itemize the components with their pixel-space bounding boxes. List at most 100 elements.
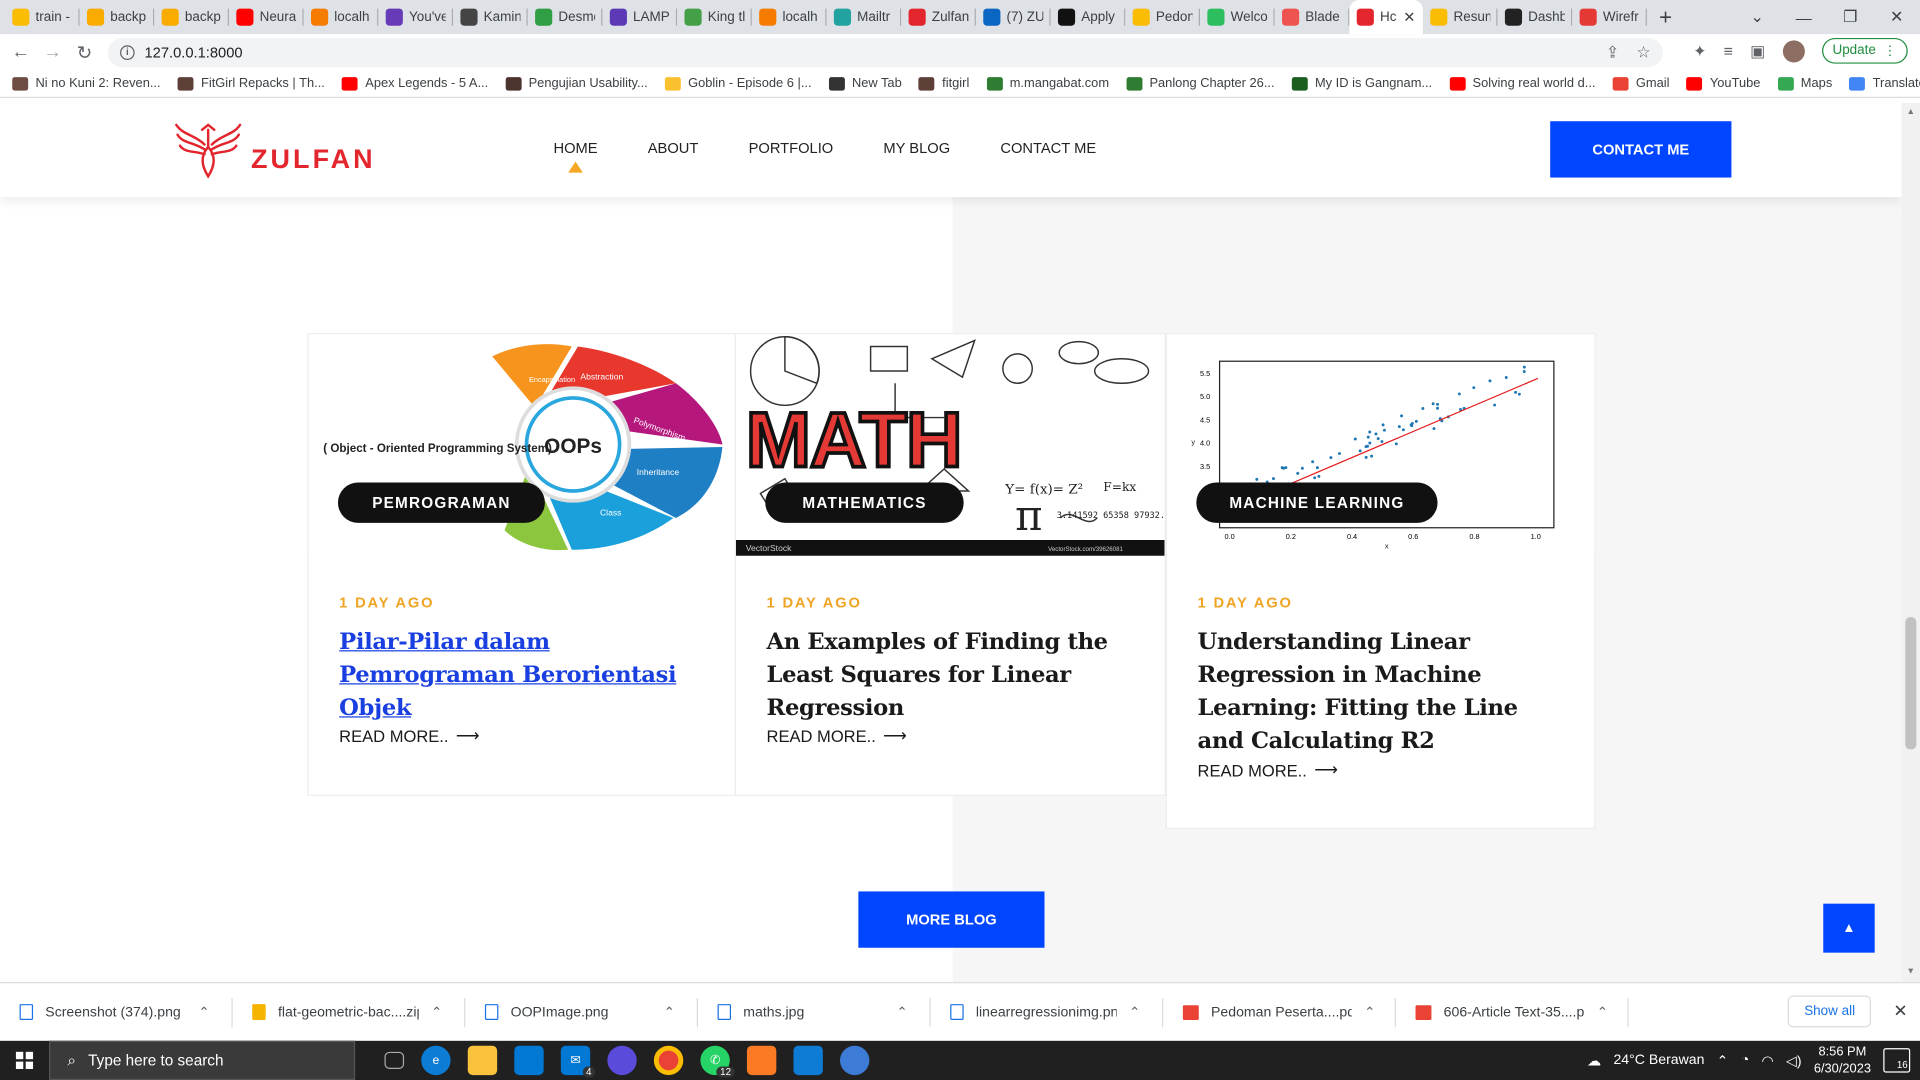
bookmark-item[interactable]: m.mangabat.com bbox=[986, 76, 1109, 91]
page-scrollbar[interactable]: ▲ ▼ bbox=[1901, 102, 1920, 983]
browser-tab[interactable]: train - bbox=[5, 0, 80, 34]
download-item[interactable]: Screenshot (374).png ⌃ bbox=[0, 983, 233, 1042]
scrollbar-thumb[interactable] bbox=[1905, 617, 1917, 750]
taskbar-search[interactable]: ⌕ Type here to search bbox=[48, 1040, 356, 1080]
browser-tab[interactable]: Neural bbox=[229, 0, 304, 34]
bookmark-item[interactable]: Translate bbox=[1849, 76, 1920, 91]
minimize-icon[interactable]: — bbox=[1780, 8, 1827, 26]
browser-tab[interactable]: Mailtr bbox=[827, 0, 902, 34]
browser-tab[interactable]: backp bbox=[80, 0, 155, 34]
browser-tab[interactable]: Zulfan bbox=[901, 0, 976, 34]
tab-active[interactable]: Hc ✕ bbox=[1349, 0, 1423, 35]
nav-contact-me[interactable]: CONTACT ME bbox=[1000, 140, 1096, 157]
nav-my-blog[interactable]: MY BLOG bbox=[883, 140, 950, 157]
file-explorer-icon[interactable] bbox=[467, 1045, 498, 1076]
browser-tab[interactable]: Welco bbox=[1200, 0, 1275, 34]
post-title[interactable]: An Examples of Finding the Least Squares… bbox=[767, 626, 1134, 725]
media-icon[interactable]: ≡ bbox=[1724, 42, 1733, 60]
close-downloads-icon[interactable]: ✕ bbox=[1893, 1000, 1907, 1021]
restore-icon[interactable]: ❐ bbox=[1827, 7, 1874, 27]
bookmark-item[interactable]: YouTube bbox=[1686, 76, 1760, 91]
mail-icon[interactable]: ✉ 4 bbox=[560, 1045, 596, 1078]
post-title[interactable]: Understanding Linear Regression in Machi… bbox=[1198, 626, 1565, 758]
bookmark-item[interactable]: Apex Legends - 5 A... bbox=[341, 76, 488, 91]
show-all-downloads-button[interactable]: Show all bbox=[1788, 995, 1872, 1028]
browser-tab[interactable]: You've bbox=[378, 0, 454, 34]
site-logo[interactable]: ZULFAN bbox=[173, 120, 376, 181]
app-icon[interactable] bbox=[607, 1045, 637, 1076]
download-item[interactable]: flat-geometric-bac....zip ⌃ bbox=[233, 983, 466, 1042]
weather-text[interactable]: 24°C Berawan bbox=[1613, 1053, 1704, 1068]
bookmark-item[interactable]: New Tab bbox=[828, 76, 902, 91]
wifi-icon[interactable]: ◠ bbox=[1761, 1052, 1773, 1069]
browser-tab[interactable]: Blade bbox=[1275, 0, 1350, 34]
bookmark-item[interactable]: Gmail bbox=[1612, 76, 1669, 91]
browser-tab[interactable]: Kamin bbox=[453, 0, 528, 34]
browser-tab[interactable]: Wirefr bbox=[1572, 0, 1647, 34]
xampp-icon[interactable] bbox=[746, 1045, 777, 1076]
browser-tab[interactable]: Resum bbox=[1423, 0, 1498, 34]
scroll-up-icon[interactable]: ▲ bbox=[1907, 108, 1915, 117]
bookmark-item[interactable]: Solving real world d... bbox=[1449, 76, 1595, 91]
browser-tab[interactable]: Apply bbox=[1051, 0, 1126, 34]
more-blog-button[interactable]: MORE BLOG bbox=[858, 891, 1045, 948]
category-badge[interactable]: MACHINE LEARNING bbox=[1196, 482, 1438, 523]
whatsapp-icon[interactable]: ✆ 12 bbox=[700, 1045, 735, 1078]
chevron-up-icon[interactable]: ⌃ bbox=[1717, 1052, 1729, 1069]
android-studio-icon[interactable] bbox=[840, 1045, 870, 1076]
download-item[interactable]: 606-Article Text-35....pdf ⌃ bbox=[1396, 983, 1629, 1042]
notification-icon[interactable]: 16 bbox=[1883, 1048, 1911, 1073]
bookmark-star-icon[interactable]: ☆ bbox=[1636, 43, 1650, 63]
profile-avatar[interactable] bbox=[1782, 39, 1805, 62]
nav-home[interactable]: HOME bbox=[553, 140, 598, 173]
bookmark-item[interactable]: Maps bbox=[1777, 76, 1832, 91]
extensions-icon[interactable]: ✦ bbox=[1693, 41, 1706, 61]
browser-tab[interactable]: backp bbox=[154, 0, 229, 34]
read-more-link[interactable]: READ MORE.. ⟶ bbox=[1198, 760, 1338, 780]
network-icon[interactable]: ◔ bbox=[1741, 1053, 1750, 1068]
download-options-icon[interactable]: ⌃ bbox=[664, 1004, 675, 1020]
download-options-icon[interactable]: ⌃ bbox=[896, 1004, 907, 1020]
nav-about[interactable]: ABOUT bbox=[648, 140, 699, 157]
weather-icon[interactable]: ☁ bbox=[1587, 1052, 1601, 1069]
browser-tab[interactable]: LAMP bbox=[602, 0, 678, 34]
browser-tab[interactable]: localh bbox=[752, 0, 827, 34]
bookmark-item[interactable]: Pengujian Usability... bbox=[505, 76, 648, 91]
share-icon[interactable]: ⇪ bbox=[1606, 43, 1619, 63]
browser-tab[interactable]: Pedon bbox=[1125, 0, 1201, 34]
category-badge[interactable]: PEMROGRAMAN bbox=[337, 482, 545, 523]
site-info-icon[interactable]: i bbox=[120, 45, 135, 61]
task-view-icon[interactable] bbox=[384, 1051, 405, 1069]
close-tab-icon[interactable]: ✕ bbox=[1403, 9, 1415, 26]
bookmark-item[interactable]: fitgirl bbox=[918, 76, 969, 91]
read-more-link[interactable]: READ MORE.. ⟶ bbox=[767, 726, 907, 746]
contact-me-button[interactable]: CONTACT ME bbox=[1550, 121, 1732, 178]
download-options-icon[interactable]: ⌃ bbox=[1597, 1004, 1608, 1020]
download-options-icon[interactable]: ⌃ bbox=[1364, 1004, 1375, 1020]
browser-tab[interactable]: (7) ZU bbox=[976, 0, 1051, 34]
url-text[interactable]: 127.0.0.1:8000 bbox=[144, 44, 242, 61]
download-options-icon[interactable]: ⌃ bbox=[198, 1004, 209, 1020]
read-more-link[interactable]: READ MORE.. ⟶ bbox=[339, 726, 479, 746]
download-item[interactable]: maths.jpg ⌃ bbox=[698, 983, 931, 1042]
download-options-icon[interactable]: ⌃ bbox=[1129, 1004, 1140, 1020]
post-title-link[interactable]: Pilar-Pilar dalam Pemrograman Berorienta… bbox=[339, 626, 706, 725]
vscode-icon[interactable] bbox=[793, 1045, 823, 1076]
chrome-icon[interactable] bbox=[653, 1045, 684, 1076]
tab-search-icon[interactable]: ⌄ bbox=[1734, 7, 1781, 27]
nav-portfolio[interactable]: PORTFOLIO bbox=[749, 140, 834, 157]
bookmark-item[interactable]: Panlong Chapter 26... bbox=[1126, 76, 1275, 91]
side-panel-icon[interactable]: ▣ bbox=[1750, 41, 1765, 61]
address-bar[interactable]: i 127.0.0.1:8000 ⇪ ☆ bbox=[107, 37, 1663, 68]
bookmark-item[interactable]: My ID is Gangnam... bbox=[1291, 76, 1432, 91]
start-button[interactable] bbox=[0, 1051, 49, 1069]
bookmark-item[interactable]: Ni no Kuni 2: Reven... bbox=[12, 76, 161, 91]
back-icon[interactable]: ← bbox=[5, 42, 37, 63]
download-item[interactable]: Pedoman Peserta....pdf ⌃ bbox=[1163, 983, 1396, 1042]
reload-icon[interactable]: ↻ bbox=[69, 41, 101, 63]
volume-icon[interactable]: ◁) bbox=[1786, 1052, 1802, 1069]
browser-tab[interactable]: localh bbox=[304, 0, 379, 34]
new-tab-icon[interactable]: + bbox=[1659, 4, 1672, 30]
browser-tab[interactable]: Dashb bbox=[1498, 0, 1573, 34]
store-icon[interactable] bbox=[514, 1045, 544, 1076]
